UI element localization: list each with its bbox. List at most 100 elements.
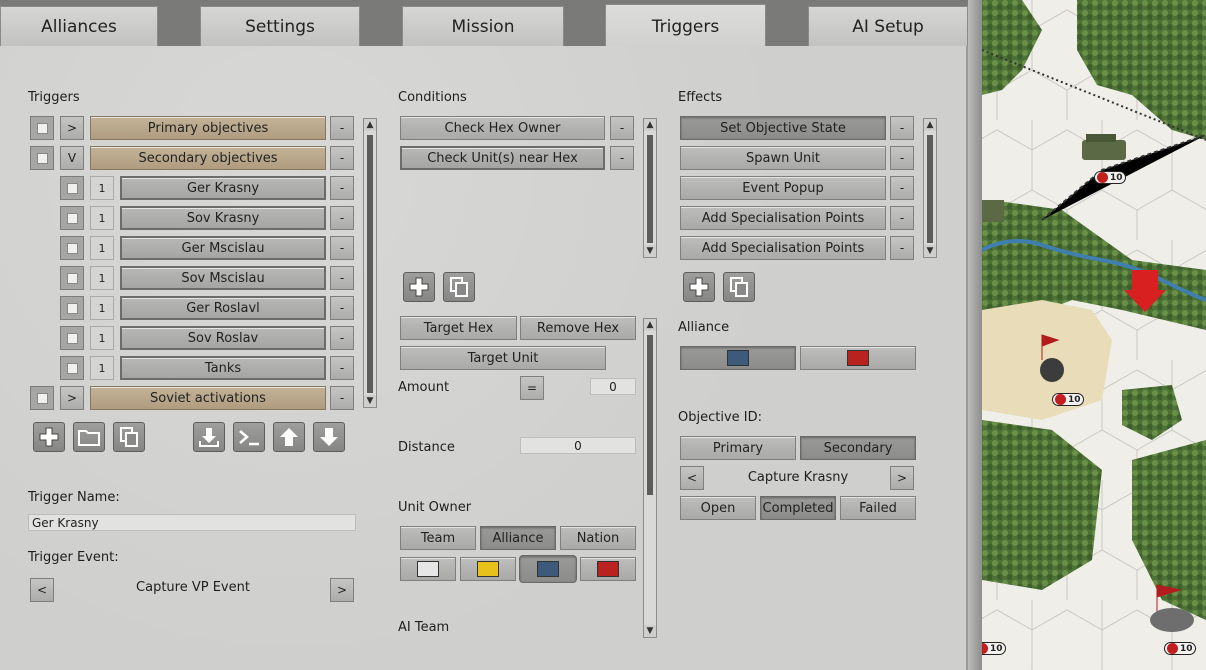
remove-trigger-button[interactable]: - — [330, 266, 354, 290]
duplicate-effect-button[interactable] — [723, 272, 755, 302]
remove-trigger-button[interactable]: - — [330, 176, 354, 200]
add-folder-button[interactable] — [73, 422, 105, 452]
trigger-checkbox[interactable] — [30, 116, 54, 140]
map-view[interactable]: 10 10 10 10 — [982, 0, 1206, 670]
amount-operator-button[interactable]: = — [520, 376, 544, 400]
condition-item[interactable]: Check Hex Owner — [400, 116, 605, 140]
condition-details-scrollbar[interactable]: ▲ ▼ — [643, 318, 657, 638]
tab-triggers[interactable]: Triggers — [605, 4, 766, 48]
scroll-down-icon[interactable]: ▼ — [364, 395, 376, 407]
trigger-name-input[interactable]: Ger Krasny — [28, 514, 356, 531]
trigger-event-next-button[interactable]: > — [330, 578, 354, 602]
trigger-group[interactable]: Soviet activations — [90, 386, 326, 410]
owner-team-button[interactable]: Team — [400, 526, 476, 550]
target-unit-button[interactable]: Target Unit — [400, 346, 606, 370]
remove-trigger-button[interactable]: - — [330, 236, 354, 260]
owner-alliance-button[interactable]: Alliance — [480, 526, 556, 550]
alliance-red-button[interactable] — [800, 346, 916, 370]
console-button[interactable] — [233, 422, 265, 452]
scroll-up-icon[interactable]: ▲ — [364, 119, 376, 131]
owner-color-blue-button[interactable] — [519, 555, 577, 583]
target-hex-button[interactable]: Target Hex — [400, 316, 517, 340]
remove-trigger-button[interactable]: - — [330, 116, 354, 140]
remove-trigger-button[interactable]: - — [330, 326, 354, 350]
remove-trigger-button[interactable]: - — [330, 356, 354, 380]
trigger-item[interactable]: Ger Roslavl — [120, 296, 326, 320]
state-failed-button[interactable]: Failed — [840, 496, 916, 520]
trigger-item[interactable]: Ger Krasny — [120, 176, 326, 200]
owner-color-yellow-button[interactable] — [460, 557, 516, 581]
state-open-button[interactable]: Open — [680, 496, 756, 520]
trigger-checkbox[interactable] — [60, 266, 84, 290]
trigger-checkbox[interactable] — [60, 296, 84, 320]
objective-primary-button[interactable]: Primary — [680, 436, 796, 460]
state-completed-button[interactable]: Completed — [760, 496, 836, 520]
expand-toggle-button[interactable]: > — [60, 116, 84, 140]
objective-prev-button[interactable]: < — [680, 466, 704, 490]
conditions-scrollbar[interactable]: ▲ ▼ — [643, 118, 657, 258]
remove-hex-button[interactable]: Remove Hex — [520, 316, 636, 340]
scroll-thumb[interactable] — [647, 135, 653, 243]
add-effect-button[interactable] — [683, 272, 715, 302]
import-button[interactable] — [193, 422, 225, 452]
tab-settings[interactable]: Settings — [200, 6, 360, 46]
trigger-checkbox[interactable] — [60, 236, 84, 260]
effect-item[interactable]: Spawn Unit — [680, 146, 886, 170]
trigger-item[interactable]: Sov Roslav — [120, 326, 326, 350]
scroll-up-icon[interactable]: ▲ — [644, 319, 656, 331]
scroll-down-icon[interactable]: ▼ — [644, 245, 656, 257]
effect-item[interactable]: Set Objective State — [680, 116, 886, 140]
trigger-checkbox[interactable] — [30, 146, 54, 170]
trigger-checkbox[interactable] — [60, 356, 84, 380]
remove-trigger-button[interactable]: - — [330, 206, 354, 230]
expand-toggle-button[interactable]: V — [60, 146, 84, 170]
scroll-up-icon[interactable]: ▲ — [644, 119, 656, 131]
trigger-group[interactable]: Primary objectives — [90, 116, 326, 140]
trigger-item[interactable]: Sov Mscislau — [120, 266, 326, 290]
trigger-item[interactable]: Ger Mscislau — [120, 236, 326, 260]
distance-input[interactable]: 0 — [520, 437, 636, 454]
remove-condition-button[interactable]: - — [610, 116, 634, 140]
remove-trigger-button[interactable]: - — [330, 146, 354, 170]
add-condition-button[interactable] — [403, 272, 435, 302]
effects-scrollbar[interactable]: ▲ ▼ — [923, 118, 937, 258]
alliance-blue-button[interactable] — [680, 346, 796, 370]
trigger-checkbox[interactable] — [60, 326, 84, 350]
trigger-item[interactable]: Sov Krasny — [120, 206, 326, 230]
remove-effect-button[interactable]: - — [890, 236, 914, 260]
duplicate-trigger-button[interactable] — [113, 422, 145, 452]
remove-effect-button[interactable]: - — [890, 116, 914, 140]
scroll-up-icon[interactable]: ▲ — [924, 119, 936, 131]
tab-alliances[interactable]: Alliances — [0, 6, 158, 46]
remove-effect-button[interactable]: - — [890, 206, 914, 230]
scroll-thumb[interactable] — [367, 135, 373, 393]
remove-effect-button[interactable]: - — [890, 176, 914, 200]
move-down-button[interactable] — [313, 422, 345, 452]
objective-secondary-button[interactable]: Secondary — [800, 436, 916, 460]
trigger-event-prev-button[interactable]: < — [30, 578, 54, 602]
remove-trigger-button[interactable]: - — [330, 386, 354, 410]
scroll-thumb[interactable] — [927, 135, 933, 243]
owner-color-white-button[interactable] — [400, 557, 456, 581]
remove-effect-button[interactable]: - — [890, 146, 914, 170]
effect-item[interactable]: Event Popup — [680, 176, 886, 200]
scroll-thumb[interactable] — [647, 335, 653, 495]
owner-color-red-button[interactable] — [580, 557, 636, 581]
amount-input[interactable]: 0 — [590, 378, 636, 395]
trigger-checkbox[interactable] — [60, 206, 84, 230]
trigger-item[interactable]: Tanks — [120, 356, 326, 380]
owner-nation-button[interactable]: Nation — [560, 526, 636, 550]
condition-item[interactable]: Check Unit(s) near Hex — [400, 146, 605, 170]
effect-item[interactable]: Add Specialisation Points — [680, 236, 886, 260]
effect-item[interactable]: Add Specialisation Points — [680, 206, 886, 230]
remove-trigger-button[interactable]: - — [330, 296, 354, 320]
scroll-down-icon[interactable]: ▼ — [924, 245, 936, 257]
move-up-button[interactable] — [273, 422, 305, 452]
trigger-group[interactable]: Secondary objectives — [90, 146, 326, 170]
expand-toggle-button[interactable]: > — [60, 386, 84, 410]
add-trigger-button[interactable] — [33, 422, 65, 452]
tab-mission[interactable]: Mission — [402, 6, 564, 46]
remove-condition-button[interactable]: - — [610, 146, 634, 170]
duplicate-condition-button[interactable] — [443, 272, 475, 302]
trigger-checkbox[interactable] — [60, 176, 84, 200]
